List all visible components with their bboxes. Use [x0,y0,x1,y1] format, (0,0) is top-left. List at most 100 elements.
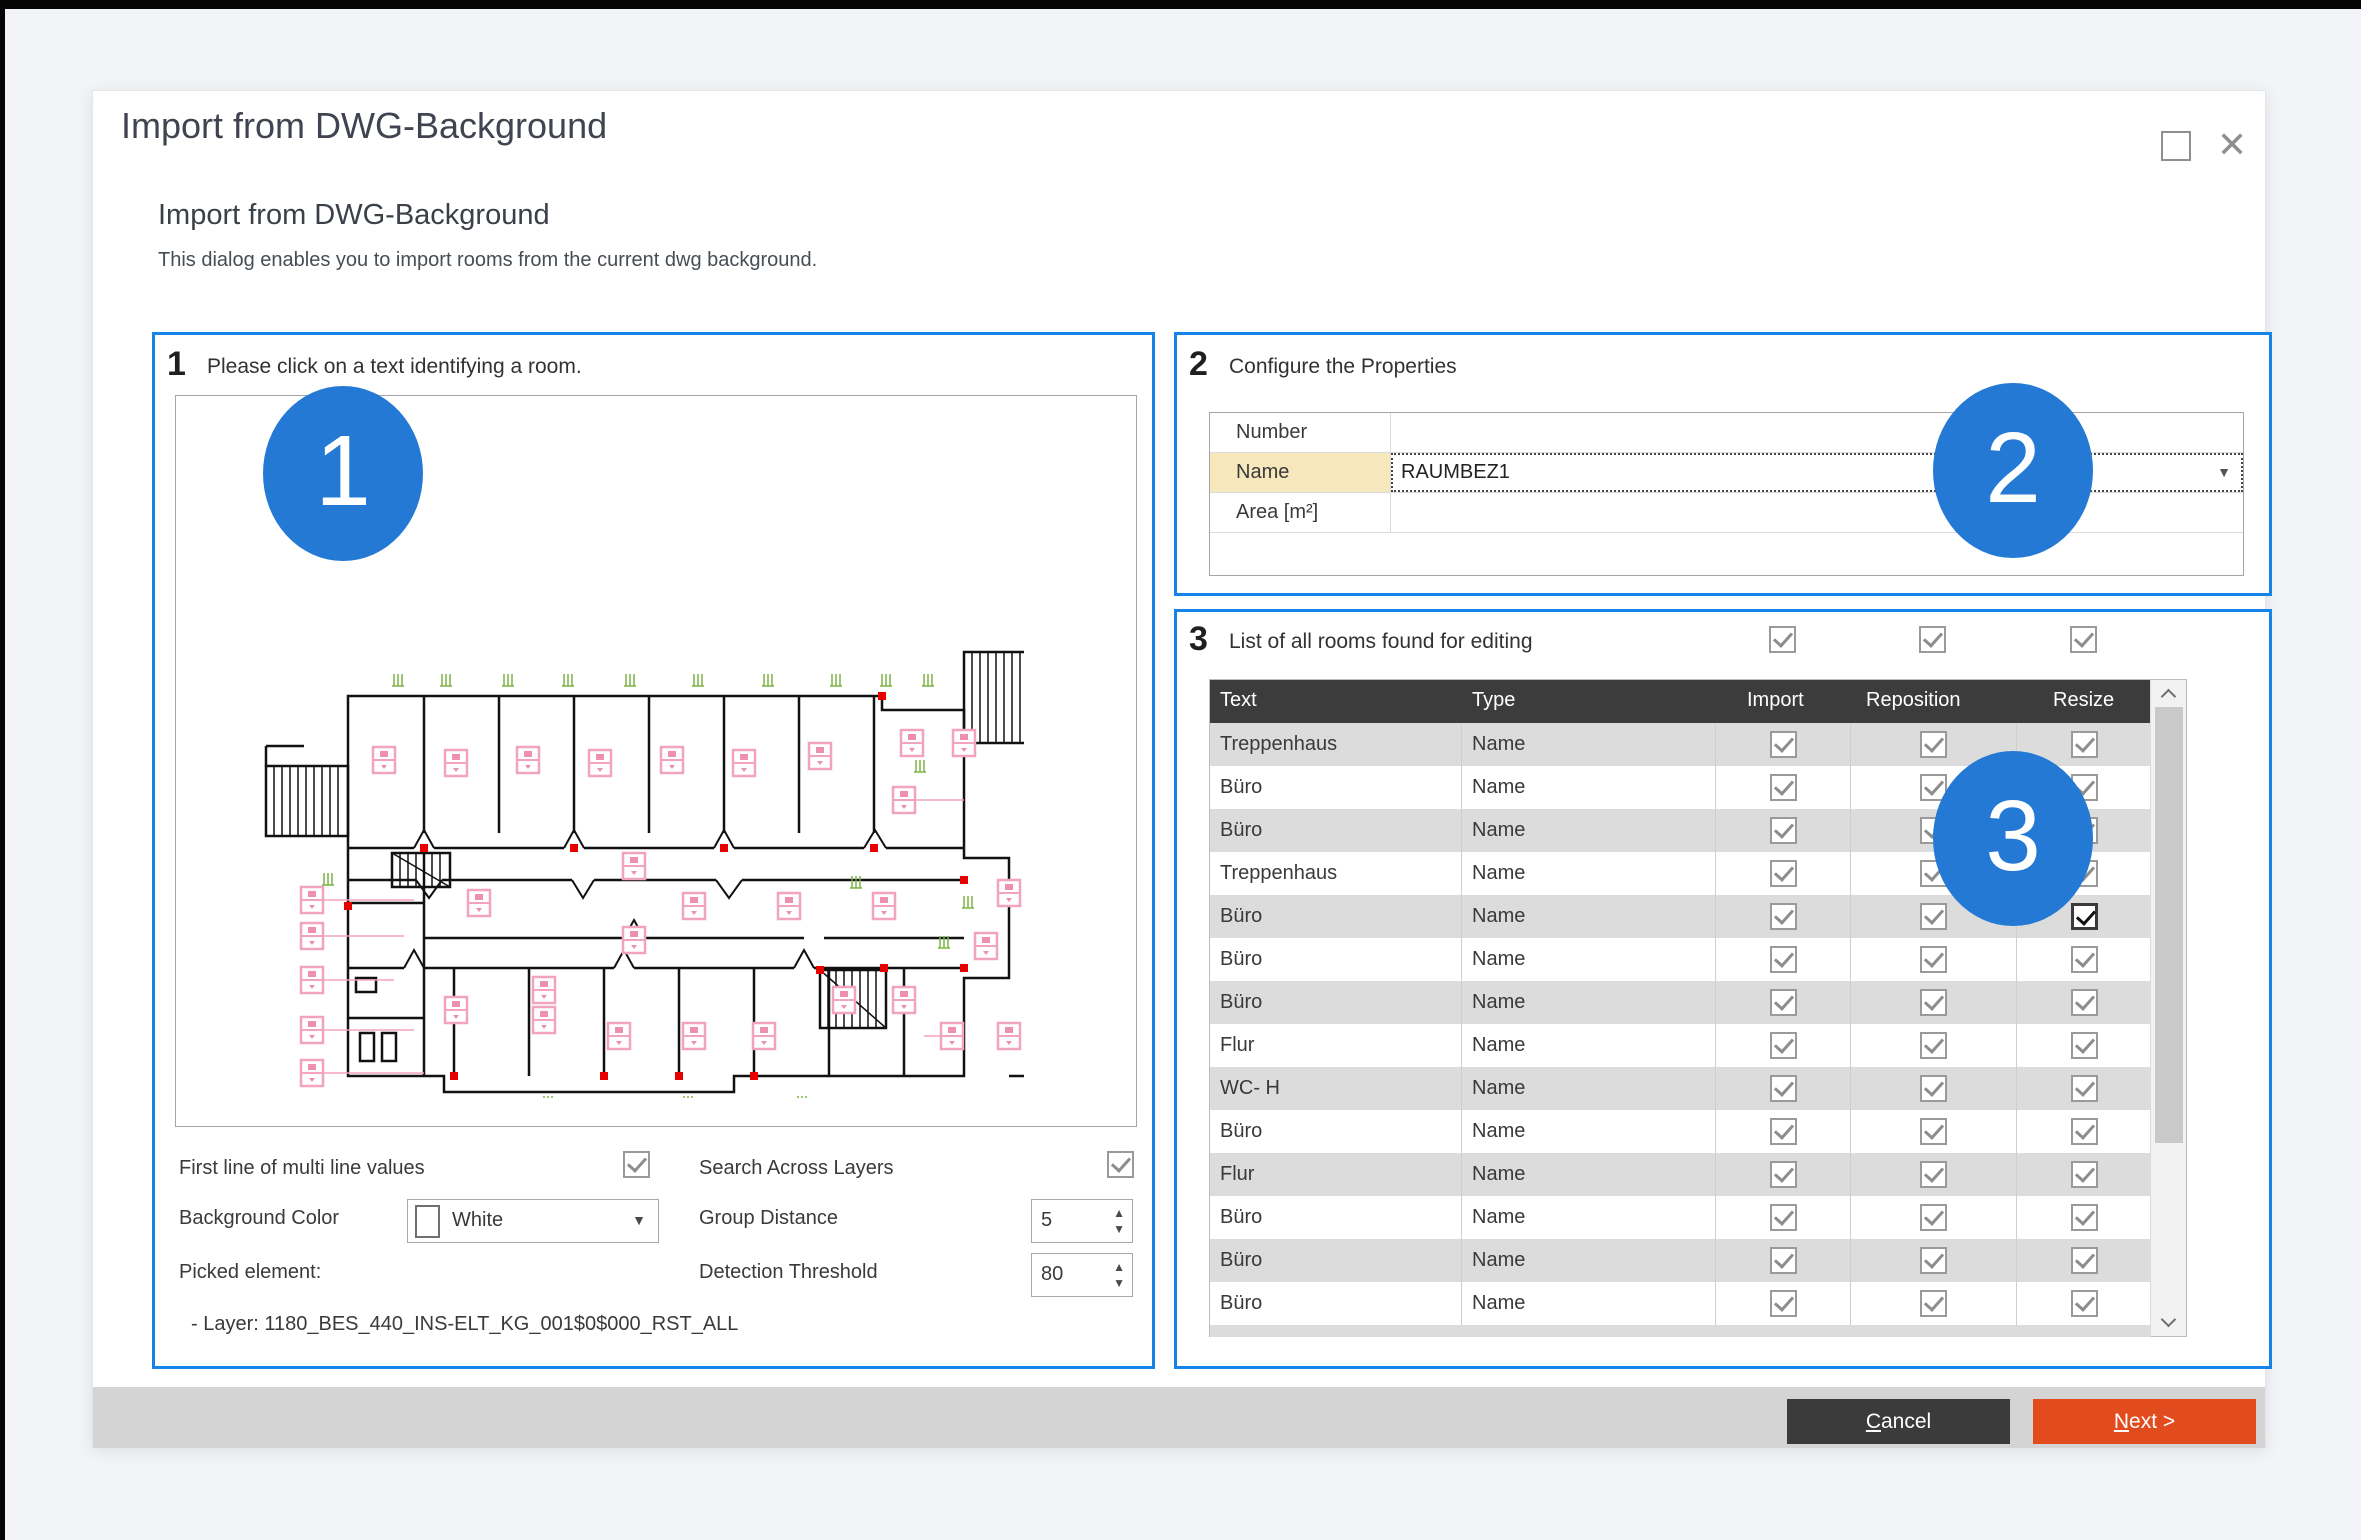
room-type-cell: Name [1462,766,1716,809]
import-checkbox[interactable] [1770,1290,1797,1317]
room-text-cell: Büro [1210,809,1462,852]
import-checkbox[interactable] [1770,817,1797,844]
column-header-text[interactable]: Text [1220,689,1257,712]
number-field[interactable] [1391,413,2243,452]
table-scrollbar[interactable] [2150,680,2186,1336]
table-row[interactable]: Büro Name [1210,1110,2151,1153]
scroll-down-icon[interactable] [2161,1312,2177,1328]
next-button[interactable]: Next > [2033,1399,2256,1444]
select-all-resize-checkbox[interactable] [2070,626,2097,653]
table-row[interactable]: Flur Name [1210,1153,2151,1196]
room-type-cell: Name [1462,1282,1716,1325]
group-distance-value: 5 [1041,1209,1052,1232]
chevron-down-icon[interactable]: ▼ [632,1212,646,1228]
step2-label: Configure the Properties [1229,355,1457,379]
import-checkbox[interactable] [1770,1118,1797,1145]
table-row[interactable]: Büro Name [1210,938,2151,981]
select-all-reposition-checkbox[interactable] [1919,626,1946,653]
property-label: Area [m²] [1210,493,1391,532]
import-checkbox[interactable] [1770,1032,1797,1059]
maximize-icon[interactable] [2161,131,2191,161]
resize-checkbox[interactable] [2071,731,2098,758]
table-row[interactable]: Flur Name [1210,1024,2151,1067]
resize-checkbox[interactable] [2071,1118,2098,1145]
import-checkbox[interactable] [1770,903,1797,930]
property-label: Name [1210,453,1391,492]
name-field-value: RAUMBEZ1 [1401,461,1510,483]
background-color-dropdown[interactable]: White ▼ [407,1199,659,1243]
step1-label: Please click on a text identifying a roo… [207,355,582,379]
step3-label: List of all rooms found for editing [1229,630,1533,654]
step1-badge: 1 [263,386,423,561]
room-type-cell: Name [1462,723,1716,766]
color-swatch-white [415,1205,440,1238]
import-checkbox[interactable] [1770,860,1797,887]
resize-checkbox[interactable] [2071,989,2098,1016]
import-checkbox[interactable] [1770,989,1797,1016]
table-row-partial [1210,1325,2151,1337]
column-header-reposition[interactable]: Reposition [1866,689,1961,712]
group-distance-stepper[interactable]: 5 ▲ ▼ [1031,1199,1133,1243]
reposition-checkbox[interactable] [1920,1290,1947,1317]
import-checkbox[interactable] [1770,1204,1797,1231]
detection-threshold-stepper[interactable]: 80 ▲ ▼ [1031,1253,1133,1297]
table-row[interactable]: Büro Name [1210,981,2151,1024]
room-type-cell: Name [1462,809,1716,852]
reposition-checkbox[interactable] [1920,989,1947,1016]
table-row[interactable]: Büro Name [1210,1282,2151,1325]
spinner-down-icon[interactable]: ▼ [1113,1223,1125,1235]
column-header-type[interactable]: Type [1472,689,1515,712]
import-checkbox[interactable] [1770,1247,1797,1274]
spinner-up-icon[interactable]: ▲ [1113,1207,1125,1219]
section-room-list: 3 List of all rooms found for editing Te… [1174,609,2272,1369]
resize-checkbox[interactable] [2071,1161,2098,1188]
step1-number: 1 [167,345,186,384]
table-row[interactable]: Büro Name [1210,1239,2151,1282]
resize-checkbox[interactable] [2071,903,2098,930]
column-header-import[interactable]: Import [1747,689,1804,712]
resize-checkbox[interactable] [2071,1032,2098,1059]
first-line-checkbox[interactable] [623,1151,650,1178]
import-checkbox[interactable] [1770,946,1797,973]
resize-checkbox[interactable] [2071,946,2098,973]
resize-checkbox[interactable] [2071,1247,2098,1274]
search-across-checkbox[interactable] [1107,1151,1134,1178]
page-subtitle: This dialog enables you to import rooms … [158,249,817,272]
resize-checkbox[interactable] [2071,1075,2098,1102]
reposition-checkbox[interactable] [1920,903,1947,930]
floor-plan-drawing [264,648,1024,1098]
spinner-up-icon[interactable]: ▲ [1113,1261,1125,1273]
reposition-checkbox[interactable] [1920,1075,1947,1102]
reposition-checkbox[interactable] [1920,1247,1947,1274]
scrollbar-thumb[interactable] [2155,707,2183,1143]
page-title: Import from DWG-Background [158,199,550,232]
area-field[interactable] [1391,493,2243,532]
column-header-resize[interactable]: Resize [2053,689,2114,712]
import-checkbox[interactable] [1770,1161,1797,1188]
reposition-checkbox[interactable] [1920,731,1947,758]
room-type-cell: Name [1462,1196,1716,1239]
import-checkbox[interactable] [1770,774,1797,801]
room-text-cell: Flur [1210,1153,1462,1196]
scroll-up-icon[interactable] [2161,689,2177,705]
select-all-import-checkbox[interactable] [1769,626,1796,653]
name-field[interactable]: RAUMBEZ1 ▼ [1391,453,2243,492]
cancel-button[interactable]: Cancel [1787,1399,2010,1444]
import-checkbox[interactable] [1770,1075,1797,1102]
reposition-checkbox[interactable] [1920,946,1947,973]
chevron-down-icon[interactable]: ▼ [2217,464,2231,480]
close-icon[interactable]: ✕ [2217,123,2247,167]
spinner-down-icon[interactable]: ▼ [1113,1277,1125,1289]
room-type-cell: Name [1462,1153,1716,1196]
resize-checkbox[interactable] [2071,1290,2098,1317]
import-checkbox[interactable] [1770,731,1797,758]
reposition-checkbox[interactable] [1920,1204,1947,1231]
screen-edge-left [0,0,5,1540]
table-row[interactable]: Büro Name [1210,1196,2151,1239]
resize-checkbox[interactable] [2071,1204,2098,1231]
table-row[interactable]: WC- H Name [1210,1067,2151,1110]
reposition-checkbox[interactable] [1920,1161,1947,1188]
reposition-checkbox[interactable] [1920,1118,1947,1145]
reposition-checkbox[interactable] [1920,1032,1947,1059]
room-text-cell: Büro [1210,1196,1462,1239]
